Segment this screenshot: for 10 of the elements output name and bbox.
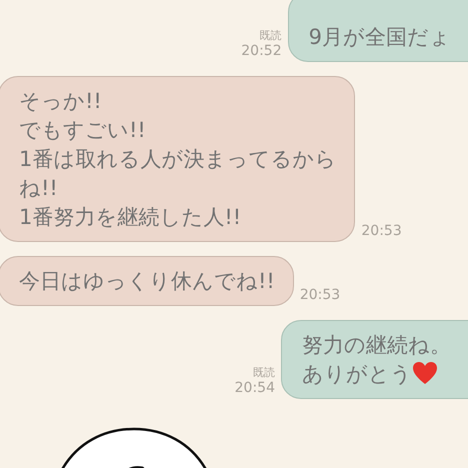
sent-message-bubble: 9月が全国だょ (288, 0, 468, 62)
sent-message-bubble: 努力の継続ね。 ありがとう (281, 320, 468, 399)
read-receipt: 既読 (260, 29, 282, 43)
message-time: 20:52 (241, 43, 282, 60)
message-time: 20:54 (234, 380, 275, 397)
read-receipt: 既読 (253, 366, 275, 380)
message-time: 20:53 (361, 223, 402, 240)
received-message-bubble: そっか!! でもすごい!! 1番は取れる人が決まってるから ね!! 1番努力を継続した人!! (0, 76, 356, 242)
message-time: 20:53 (300, 287, 340, 304)
received-message-bubble: 今日はゆっくり休んでね!! (0, 256, 294, 306)
